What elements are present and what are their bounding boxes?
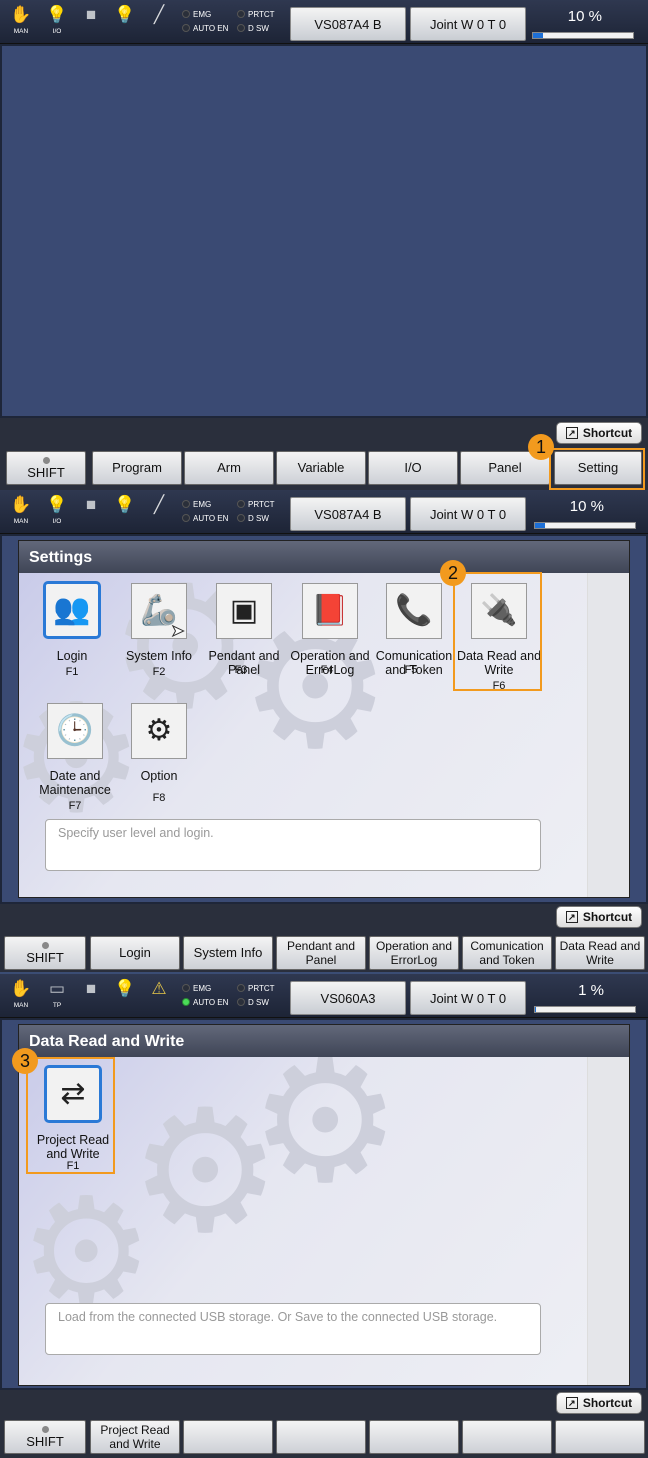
window-title: Data Read and Write: [19, 1025, 629, 1057]
tile-date-maintenance[interactable]: 🕒 Date and Maintenance F7: [31, 703, 119, 813]
robot-type-button[interactable]: VS060A3: [290, 981, 406, 1015]
clock-calendar-icon: 🕒: [47, 703, 103, 759]
coordinate-button[interactable]: Joint W 0 T 0: [410, 7, 526, 41]
manual-mode-icon[interactable]: ✋ MAN: [8, 6, 34, 36]
speed-fill: [535, 523, 545, 528]
io-key[interactable]: I/O: [368, 451, 458, 485]
tile-login[interactable]: 👥 Login F1: [28, 581, 116, 679]
program-key[interactable]: Program: [92, 451, 182, 485]
robot-type-button[interactable]: VS087A4 B: [290, 7, 406, 41]
shift-key[interactable]: SHIFT: [6, 451, 86, 485]
teach-pendant-icon[interactable]: ▭ TP: [44, 980, 70, 1010]
shift-dot-icon: [41, 1425, 49, 1433]
shortcut-icon: ↗: [565, 1397, 578, 1409]
shortcut-icon: ↗: [565, 427, 578, 439]
empty-function-key[interactable]: [183, 1420, 273, 1454]
description-box: Specify user level and login.: [45, 819, 541, 871]
empty-function-key[interactable]: [462, 1420, 552, 1454]
status-bar: ✋ MAN 💡 I/O ■ 💡 ╱ EMG PRTCT AUTO EN D SW VS0…: [0, 490, 648, 534]
scrollbar[interactable]: [587, 573, 629, 897]
status-leds: EMG PRTCT AUTO EN D SW: [182, 498, 275, 526]
main-panel: [0, 44, 648, 418]
step-marker-2: 2: [440, 560, 466, 586]
scrollbar[interactable]: [587, 1057, 629, 1385]
lamp-icon: 💡: [114, 495, 136, 514]
wrench-icon: ╱: [153, 495, 165, 514]
io-lamp-icon[interactable]: 💡 I/O: [44, 6, 70, 36]
log-book-icon: 📕: [302, 583, 358, 639]
gears-icon: ⚙: [131, 703, 187, 759]
wrench-icon: ╱: [153, 5, 165, 24]
user-login-icon: 👥: [43, 581, 101, 639]
shortcut-button[interactable]: ↗ Shortcut: [556, 1392, 642, 1414]
step-highlight-1: [549, 448, 645, 490]
shortcut-button[interactable]: ↗ Shortcut: [556, 906, 642, 928]
phone-icon: 📞: [386, 583, 442, 639]
speed-indicator[interactable]: 10 %: [532, 8, 634, 40]
mouse-cursor-icon: ➤: [170, 623, 185, 641]
shift-key[interactable]: SHIFT: [4, 1420, 86, 1454]
function-key-bar: ↗ Shortcut SHIFT Login System Info Pendan…: [0, 904, 648, 972]
io-lamp-icon[interactable]: 💡 I/O: [44, 496, 70, 526]
lamp-icon: 💡: [114, 979, 136, 998]
shortcut-button[interactable]: ↗ Shortcut: [556, 422, 642, 444]
pendant-icon: ▣: [216, 583, 272, 639]
tile-option[interactable]: ⚙ Option F8: [115, 703, 203, 805]
speed-fill: [533, 33, 543, 38]
coordinate-button[interactable]: Joint W 0 T 0: [410, 981, 526, 1015]
variable-key[interactable]: Variable: [276, 451, 366, 485]
login-key[interactable]: Login: [90, 936, 180, 970]
status-leds: EMG PRTCT AUTO EN D SW: [182, 8, 275, 36]
empty-function-key[interactable]: [555, 1420, 645, 1454]
description-box: Load from the connected USB storage. Or …: [45, 1303, 541, 1355]
shift-dot-icon: [42, 456, 50, 464]
speed-indicator[interactable]: 10 %: [534, 498, 636, 530]
stop-square-icon: ■: [85, 495, 97, 514]
status-leds: EMG PRTCT AUTO EN D SW: [182, 982, 275, 1010]
manual-mode-icon[interactable]: ✋ MAN: [8, 980, 34, 1010]
tile-communication-token[interactable]: 📞 Comunication and Token F5: [370, 583, 458, 677]
empty-function-key[interactable]: [276, 1420, 366, 1454]
shortcut-icon: ↗: [565, 911, 578, 923]
window-title: Settings: [19, 541, 629, 573]
lamp-icon: 💡: [114, 5, 136, 24]
communication-token-key[interactable]: Comunication and Token: [462, 936, 552, 970]
shift-key[interactable]: SHIFT: [4, 936, 86, 970]
step-marker-1: 1: [528, 434, 554, 460]
operation-errorlog-key[interactable]: Operation and ErrorLog: [369, 936, 459, 970]
tile-system-info[interactable]: 🦾 System Info F2: [115, 583, 203, 679]
empty-function-key[interactable]: [369, 1420, 459, 1454]
stop-square-icon: ■: [85, 979, 97, 998]
gear-watermark-icon: ⚙: [249, 1057, 402, 1217]
status-bar: ✋ MAN 💡 I/O ■ 💡 ╱ EMG PRTCT AUTO EN D SW VS0…: [0, 0, 648, 44]
stop-square-icon: ■: [85, 5, 97, 24]
speed-fill: [535, 1007, 536, 1012]
tile-operation-errorlog[interactable]: 📕 Operation and ErrorLog F4: [286, 583, 374, 677]
step-highlight-2: [453, 572, 542, 691]
speed-indicator[interactable]: 1 %: [534, 982, 636, 1014]
project-read-write-key[interactable]: Project Read and Write: [90, 1420, 180, 1454]
robot-type-button[interactable]: VS087A4 B: [290, 497, 406, 531]
function-key-bar: ↗ Shortcut SHIFT Project Read and Write: [0, 1390, 648, 1458]
arm-key[interactable]: Arm: [184, 451, 274, 485]
coordinate-button[interactable]: Joint W 0 T 0: [410, 497, 526, 531]
step-highlight-3: [26, 1057, 115, 1174]
system-info-key[interactable]: System Info: [183, 936, 273, 970]
wrench-warning-icon: ⚠: [151, 979, 167, 998]
shift-dot-icon: [41, 941, 49, 949]
status-bar: ✋ MAN ▭ TP ■ 💡 ⚠ EMG PRTCT AUTO EN D SW VS06…: [0, 974, 648, 1018]
step-marker-3: 3: [12, 1048, 38, 1074]
data-read-write-key[interactable]: Data Read and Write: [555, 936, 645, 970]
manual-mode-icon[interactable]: ✋ MAN: [8, 496, 34, 526]
tile-pendant-panel[interactable]: ▣ Pendant and Panel F3: [200, 583, 288, 677]
pendant-panel-key[interactable]: Pendant and Panel: [276, 936, 366, 970]
